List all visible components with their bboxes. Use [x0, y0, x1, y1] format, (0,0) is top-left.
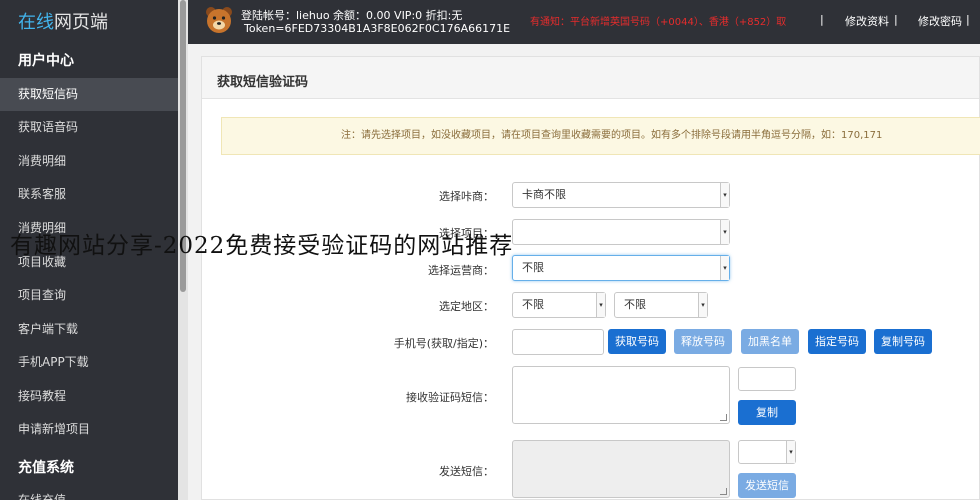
section-user-center: 用户中心 [18, 53, 74, 69]
change-password-link[interactable]: 修改密码 [918, 13, 962, 29]
sidebar-item-project-query[interactable]: 项目查询 [0, 279, 178, 312]
sidebar-item-app-download[interactable]: 手机APP下载 [0, 346, 178, 379]
carrier-select[interactable]: 不限 ▾ [512, 255, 730, 281]
send-sms-label: 发送短信： [439, 465, 494, 478]
copy-number-button[interactable]: 复制号码 [874, 329, 932, 354]
sidebar-item-client-download[interactable]: 客户端下载 [0, 313, 178, 346]
separator: | [966, 13, 970, 26]
region-province-select[interactable]: 不限 ▾ [512, 292, 606, 318]
panel-header: 获取短信验证码 [202, 57, 979, 99]
notice-alert: 注：请先选择项目，如没收藏项目，请在项目查询里收藏需要的项目。如有多个排除号段请… [221, 117, 980, 155]
resize-handle-icon[interactable] [720, 488, 727, 495]
region-label: 选定地区： [439, 300, 494, 313]
sidebar-item-get-sms-code[interactable]: 获取短信码 [0, 78, 178, 111]
sidebar-item-consumption-details[interactable]: 消费明细 [0, 145, 178, 178]
chevron-down-icon: ▾ [698, 293, 707, 317]
chevron-down-icon: ▾ [720, 256, 729, 280]
send-target-select[interactable]: ▾ [738, 440, 796, 464]
card-vendor-select[interactable]: 卡商不限 ▾ [512, 182, 730, 208]
notice-marquee[interactable]: 有通知：平台新增英国号码（+0044）、香港（+852）取 [530, 13, 786, 28]
sidebar-item-get-voice-code[interactable]: 获取语音码 [0, 111, 178, 144]
chevron-down-icon: ▾ [596, 293, 605, 317]
chevron-down-icon: ▾ [720, 183, 729, 207]
separator: | [820, 13, 824, 26]
page-title: 获取短信验证码 [217, 75, 309, 90]
carrier-value: 不限 [522, 261, 544, 274]
logo: 在线网页端 [18, 8, 108, 34]
sidebar-item-tutorial[interactable]: 接码教程 [0, 380, 178, 413]
chevron-down-icon: ▾ [720, 220, 729, 244]
send-sms-textarea[interactable] [512, 440, 730, 498]
sms-code-input[interactable] [738, 367, 796, 391]
sidebar-item-contact-support[interactable]: 联系客服 [0, 178, 178, 211]
edit-profile-link[interactable]: 修改资料 [845, 13, 889, 29]
account-info: 登陆帐号：liehuo 余额：0.00 VIP:0 折扣:无 [241, 9, 463, 22]
copy-button[interactable]: 复制 [738, 400, 796, 425]
region-province-value: 不限 [522, 298, 544, 311]
phone-number-input[interactable] [512, 329, 604, 355]
overlay-caption: 有趣网站分享-2022免费接受验证码的网站推荐 [10, 233, 514, 259]
region-city-select[interactable]: 不限 ▾ [614, 292, 708, 318]
get-number-button[interactable]: 获取号码 [608, 329, 666, 354]
assign-number-button[interactable]: 指定号码 [808, 329, 866, 354]
token-info: Token=6FED73304B1A3F8E062F0C176A66171E [244, 22, 511, 35]
section-recharge: 充值系统 [18, 460, 74, 476]
resize-handle-icon[interactable] [720, 414, 727, 421]
top-bar: 登陆帐号：liehuo 余额：0.00 VIP:0 折扣:无 Token=6FE… [188, 0, 980, 44]
blacklist-button[interactable]: 加黑名单 [741, 329, 799, 354]
receive-sms-label: 接收验证码短信： [406, 391, 494, 404]
project-select[interactable]: ▾ [512, 219, 730, 245]
card-vendor-label: 选择咔商： [439, 190, 494, 203]
bear-avatar-icon [206, 7, 232, 33]
separator: | [894, 13, 898, 26]
logo-text: 网页端 [54, 12, 108, 33]
region-city-value: 不限 [624, 298, 646, 311]
chevron-down-icon: ▾ [786, 441, 795, 463]
receive-sms-textarea[interactable] [512, 366, 730, 424]
sidebar-item-request-project[interactable]: 申请新增项目 [0, 413, 178, 446]
carrier-label: 选择运营商： [428, 264, 494, 277]
phone-label: 手机号(获取/指定)： [393, 337, 494, 350]
sidebar-item-online-recharge[interactable]: 在线充值 [0, 484, 178, 500]
card-vendor-value: 卡商不限 [522, 188, 566, 201]
logo-brand: 在线 [18, 12, 54, 33]
send-sms-button[interactable]: 发送短信 [738, 473, 796, 498]
release-number-button[interactable]: 释放号码 [674, 329, 732, 354]
